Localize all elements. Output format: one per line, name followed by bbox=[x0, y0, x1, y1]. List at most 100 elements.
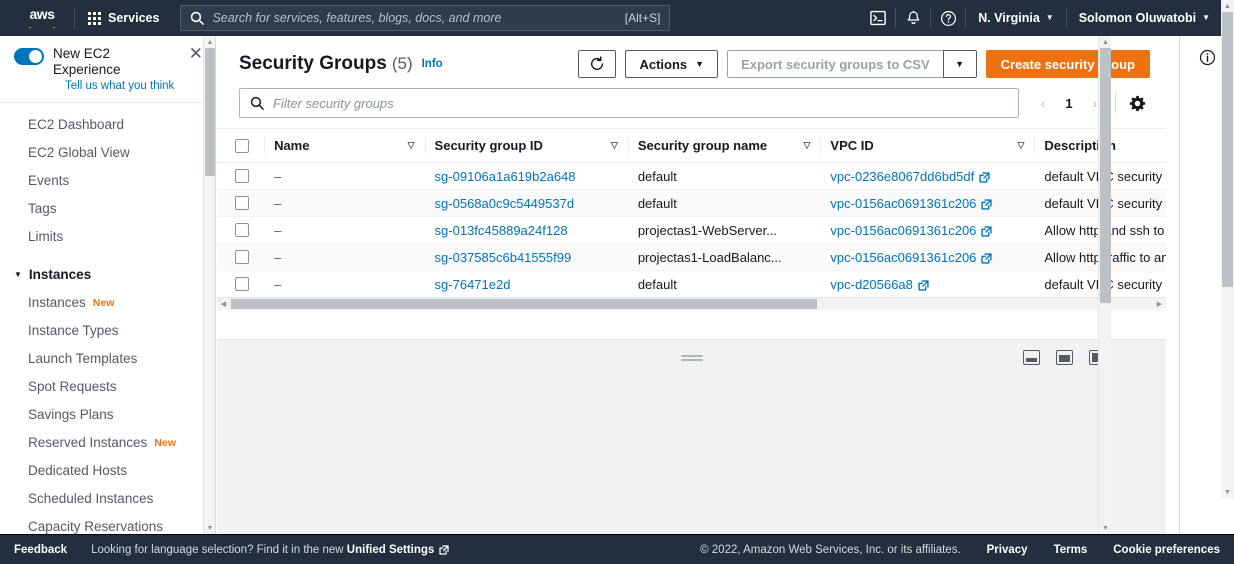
select-all-checkbox[interactable] bbox=[235, 138, 249, 153]
split-bottom-medium-icon[interactable] bbox=[1056, 350, 1073, 365]
unified-settings-link[interactable]: Unified Settings bbox=[347, 544, 435, 556]
table-row[interactable]: – sg-0568a0c9c5449537d default vpc-0156a… bbox=[217, 189, 1166, 217]
scroll-up-arrow-icon[interactable]: ▲ bbox=[1099, 36, 1112, 48]
feedback-link[interactable]: Feedback bbox=[14, 544, 67, 556]
account-menu[interactable]: Solomon Oluwatobi ▼ bbox=[1067, 0, 1222, 36]
vpc-id-link[interactable]: vpc-0156ac0691361c206 bbox=[830, 250, 976, 265]
column-header-security-group-id[interactable]: Security group ID ▽ bbox=[424, 128, 628, 163]
row-checkbox[interactable] bbox=[235, 277, 249, 291]
row-checkbox[interactable] bbox=[235, 169, 249, 183]
new-badge: New bbox=[92, 297, 115, 309]
aws-logo[interactable]: aws bbox=[14, 0, 70, 36]
sidebar-item-capacity-reservations[interactable]: Capacity Reservations bbox=[0, 513, 215, 534]
global-search-box[interactable]: [Alt+S] bbox=[180, 5, 671, 31]
sidebar-item-ec2-dashboard[interactable]: EC2 Dashboard bbox=[0, 111, 215, 139]
external-link-icon[interactable] bbox=[918, 279, 929, 291]
privacy-link[interactable]: Privacy bbox=[987, 544, 1028, 556]
vpc-id-link[interactable]: vpc-d20566a8 bbox=[830, 277, 912, 292]
external-link-icon[interactable] bbox=[981, 198, 993, 210]
external-link-icon[interactable] bbox=[981, 225, 993, 237]
global-search-input[interactable] bbox=[212, 11, 617, 25]
panel-resize-handle[interactable] bbox=[680, 353, 703, 363]
scroll-down-arrow-icon[interactable]: ▼ bbox=[204, 522, 215, 534]
security-group-id-link[interactable]: sg-037585c6b41555f99 bbox=[435, 250, 572, 265]
create-security-group-button[interactable]: Create security group bbox=[985, 50, 1150, 78]
bell-icon[interactable] bbox=[896, 0, 930, 36]
export-dropdown-button[interactable]: ▼ bbox=[942, 50, 977, 78]
sidebar-scrollbar-thumb[interactable] bbox=[205, 48, 215, 176]
new-experience-subtitle[interactable]: Tell us what you think bbox=[65, 80, 180, 92]
page-number[interactable]: 1 bbox=[1057, 91, 1081, 115]
refresh-button[interactable] bbox=[578, 50, 617, 78]
sidebar-item-spot-requests[interactable]: Spot Requests bbox=[0, 373, 215, 401]
sidebar-item-ec2-global-view[interactable]: EC2 Global View bbox=[0, 139, 215, 167]
cloudshell-icon[interactable] bbox=[861, 0, 895, 36]
sidebar-scrollbar[interactable]: ▲ ▼ bbox=[203, 36, 215, 534]
security-group-id-link[interactable]: sg-0568a0c9c5449537d bbox=[435, 196, 575, 211]
region-selector[interactable]: N. Virginia ▼ bbox=[966, 0, 1066, 36]
toggle-on-icon[interactable] bbox=[14, 48, 44, 65]
scroll-left-arrow-icon[interactable]: ◀ bbox=[217, 298, 230, 310]
table-row[interactable]: – sg-09106a1a619b2a648 default vpc-0236e… bbox=[217, 162, 1166, 190]
filter-security-groups-input[interactable] bbox=[273, 95, 1008, 111]
scroll-up-arrow-icon[interactable]: ▲ bbox=[1221, 0, 1234, 12]
sort-icon[interactable]: ▽ bbox=[795, 140, 810, 151]
scroll-right-arrow-icon[interactable]: ▶ bbox=[1153, 298, 1166, 310]
sort-icon[interactable]: ▽ bbox=[400, 140, 415, 151]
row-checkbox[interactable] bbox=[235, 250, 249, 264]
page-scrollbar[interactable]: ▲ ▼ bbox=[1221, 0, 1234, 498]
external-link-icon[interactable] bbox=[439, 544, 449, 555]
sidebar-item-reserved-instances[interactable]: Reserved Instances New bbox=[0, 429, 215, 457]
services-menu-button[interactable]: Services bbox=[79, 5, 168, 31]
gear-icon[interactable] bbox=[1124, 90, 1150, 116]
sidebar-item-tags[interactable]: Tags bbox=[0, 195, 215, 223]
table-horizontal-scrollbar-thumb[interactable] bbox=[231, 299, 817, 309]
split-bottom-small-icon[interactable] bbox=[1023, 350, 1040, 365]
sort-icon[interactable]: ▽ bbox=[603, 140, 618, 151]
sidebar-item-scheduled-instances[interactable]: Scheduled Instances bbox=[0, 485, 215, 513]
table-row[interactable]: – sg-013fc45889a24f128 projectas1-WebSer… bbox=[217, 216, 1166, 244]
chevron-left-icon[interactable]: ‹ bbox=[1031, 91, 1055, 115]
scroll-down-arrow-icon[interactable]: ▼ bbox=[1099, 522, 1112, 534]
table-row[interactable]: – sg-76471e2d default vpc-d20566a8 defau… bbox=[217, 270, 1166, 298]
sidebar-item-limits[interactable]: Limits bbox=[0, 223, 215, 251]
external-link-icon[interactable] bbox=[981, 252, 993, 264]
column-header-vpc-id[interactable]: VPC ID ▽ bbox=[820, 128, 1035, 163]
vpc-id-link[interactable]: vpc-0156ac0691361c206 bbox=[830, 196, 976, 211]
filter-security-groups-box[interactable] bbox=[239, 88, 1019, 118]
sidebar-item-events[interactable]: Events bbox=[0, 167, 215, 195]
sidebar-item-instance-types[interactable]: Instance Types bbox=[0, 317, 215, 345]
close-icon[interactable]: ✕ bbox=[189, 45, 203, 62]
table-row[interactable]: – sg-037585c6b41555f99 projectas1-LoadBa… bbox=[217, 243, 1166, 271]
column-header-security-group-name[interactable]: Security group name ▽ bbox=[627, 128, 821, 163]
info-circle-icon[interactable] bbox=[1199, 49, 1216, 534]
sidebar-item-dedicated-hosts[interactable]: Dedicated Hosts bbox=[0, 457, 215, 485]
info-link[interactable]: Info bbox=[422, 58, 443, 70]
security-group-id-link[interactable]: sg-013fc45889a24f128 bbox=[435, 223, 568, 238]
sidebar-item-savings-plans[interactable]: Savings Plans bbox=[0, 401, 215, 429]
external-link-icon[interactable] bbox=[979, 171, 990, 183]
cookie-preferences-link[interactable]: Cookie preferences bbox=[1113, 544, 1220, 556]
main-scrollbar[interactable]: ▲ ▼ bbox=[1098, 36, 1111, 534]
row-checkbox[interactable] bbox=[235, 196, 249, 210]
actions-button[interactable]: Actions ▼ bbox=[625, 50, 719, 78]
sidebar-item-instances[interactable]: Instances New bbox=[0, 289, 215, 317]
terms-link[interactable]: Terms bbox=[1054, 544, 1088, 556]
security-group-id-link[interactable]: sg-09106a1a619b2a648 bbox=[435, 169, 576, 184]
vpc-id-link[interactable]: vpc-0156ac0691361c206 bbox=[830, 223, 976, 238]
pane-splitter[interactable] bbox=[217, 339, 1166, 375]
column-header-name[interactable]: Name ▽ bbox=[264, 128, 425, 163]
scroll-up-arrow-icon[interactable]: ▲ bbox=[204, 36, 215, 48]
vpc-id-link[interactable]: vpc-0236e8067dd6bd5df bbox=[830, 169, 974, 184]
sidebar-group-instances[interactable]: ▼ Instances bbox=[0, 261, 215, 289]
sort-icon[interactable]: ▽ bbox=[1009, 140, 1024, 151]
page-scrollbar-thumb[interactable] bbox=[1222, 12, 1233, 287]
row-checkbox[interactable] bbox=[235, 223, 249, 237]
scroll-down-arrow-icon[interactable]: ▼ bbox=[1221, 486, 1234, 498]
export-csv-button[interactable]: Export security groups to CSV bbox=[727, 50, 943, 78]
help-icon[interactable] bbox=[931, 0, 965, 36]
main-scrollbar-thumb[interactable] bbox=[1100, 48, 1111, 303]
table-horizontal-scrollbar[interactable]: ◀ ▶ bbox=[217, 297, 1166, 310]
security-group-id-link[interactable]: sg-76471e2d bbox=[435, 277, 511, 292]
sidebar-item-launch-templates[interactable]: Launch Templates bbox=[0, 345, 215, 373]
